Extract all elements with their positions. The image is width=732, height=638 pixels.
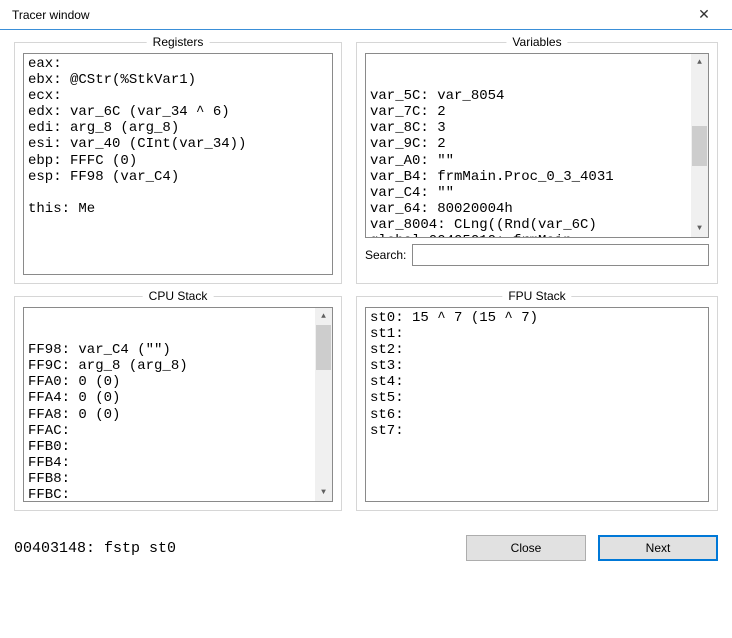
variables-list[interactable]: var_5C: var_8054 var_7C: 2 var_8C: 3 var…: [365, 53, 709, 238]
scroll-track[interactable]: [691, 71, 708, 220]
content-area: Registers eax: ebx: @CStr(%StkVar1) ecx:…: [0, 30, 732, 531]
status-bar: 00403148: fstp st0 Close Next: [0, 531, 732, 565]
cpu-scrollbar[interactable]: ▲ ▼: [315, 308, 332, 501]
variables-group: Variables var_5C: var_8054 var_7C: 2 var…: [356, 42, 718, 284]
registers-list[interactable]: eax: ebx: @CStr(%StkVar1) ecx: edx: var_…: [23, 53, 333, 275]
variables-scrollbar[interactable]: ▲ ▼: [691, 54, 708, 237]
scroll-up-icon[interactable]: ▲: [315, 308, 332, 325]
cpu-stack-group: CPU Stack FF98: var_C4 ("") FF9C: arg_8 …: [14, 296, 342, 511]
cpu-stack-title: CPU Stack: [143, 289, 214, 303]
window-title: Tracer window: [8, 8, 90, 22]
fpu-stack-list[interactable]: st0: 15 ^ 7 (15 ^ 7) st1: st2: st3: st4:…: [365, 307, 709, 502]
close-button[interactable]: Close: [466, 535, 586, 561]
fpu-stack-title: FPU Stack: [502, 289, 571, 303]
search-input[interactable]: [412, 244, 709, 266]
registers-group: Registers eax: ebx: @CStr(%StkVar1) ecx:…: [14, 42, 342, 284]
cpu-stack-list[interactable]: FF98: var_C4 ("") FF9C: arg_8 (arg_8) FF…: [23, 307, 333, 502]
scroll-up-icon[interactable]: ▲: [691, 54, 708, 71]
registers-title: Registers: [147, 35, 210, 49]
fpu-stack-group: FPU Stack st0: 15 ^ 7 (15 ^ 7) st1: st2:…: [356, 296, 718, 511]
status-text: 00403148: fstp st0: [14, 540, 454, 557]
close-icon[interactable]: ✕: [684, 6, 724, 23]
titlebar: Tracer window ✕: [0, 0, 732, 30]
search-row: Search:: [365, 244, 709, 266]
search-label: Search:: [365, 248, 406, 262]
scroll-down-icon[interactable]: ▼: [691, 220, 708, 237]
next-button[interactable]: Next: [598, 535, 718, 561]
variables-title: Variables: [506, 35, 567, 49]
scroll-track[interactable]: [315, 325, 332, 484]
scroll-thumb[interactable]: [692, 126, 707, 166]
scroll-thumb[interactable]: [316, 325, 331, 370]
scroll-down-icon[interactable]: ▼: [315, 484, 332, 501]
